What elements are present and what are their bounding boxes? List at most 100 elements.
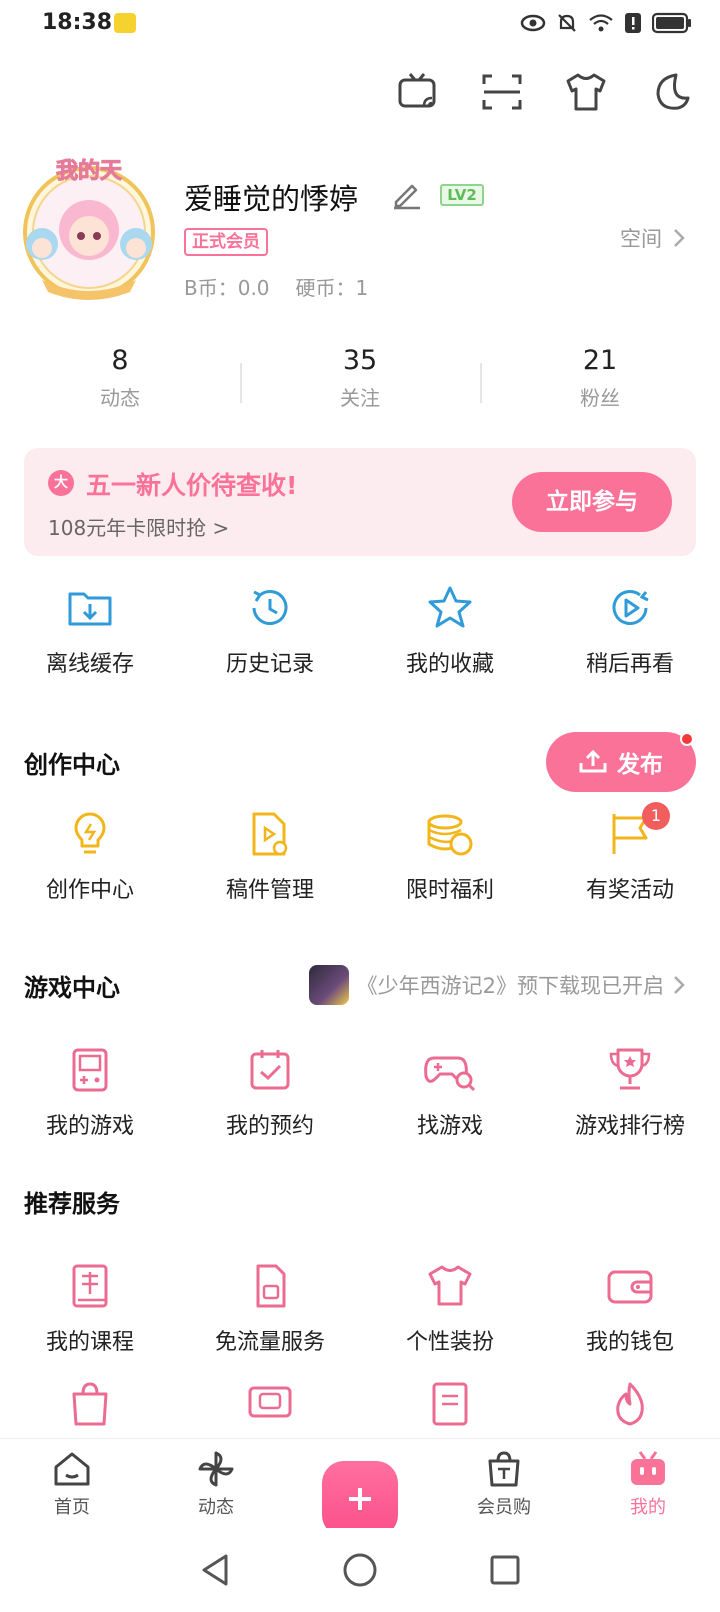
quick-action-label: 我的收藏 (405, 652, 494, 677)
play-later-icon (612, 590, 649, 625)
tv-cast-icon[interactable] (396, 70, 440, 114)
coin-value: 硬币：1 (295, 276, 369, 300)
service-peek-item[interactable] (540, 1380, 720, 1428)
edit-pencil-icon[interactable] (390, 178, 422, 210)
course-book-icon (72, 1264, 108, 1308)
creator-item-label: 有奖活动 (585, 878, 674, 903)
data-free-item[interactable]: 免流量服务 (180, 1262, 360, 1356)
history-item[interactable]: 历史记录 (180, 584, 360, 678)
chevron-right-icon (674, 976, 685, 994)
offline-cache-item[interactable]: 离线缓存 (0, 584, 180, 678)
my-games-item[interactable]: 我的游戏 (0, 1046, 180, 1140)
services-section-title: 推荐服务 (24, 1190, 120, 1218)
publish-button[interactable]: 发布 (546, 732, 696, 792)
creator-item-label: 创作中心 (45, 878, 134, 903)
space-link-label: 空间 (620, 227, 662, 251)
back-icon[interactable] (198, 1552, 232, 1588)
battery-icon (652, 12, 691, 34)
tab-home[interactable]: 首页 (0, 1439, 144, 1528)
recents-square-icon[interactable] (488, 1553, 522, 1587)
service-items-row2 (0, 1380, 720, 1428)
stat-number: 8 (111, 345, 129, 376)
trophy-icon (609, 1048, 651, 1090)
game-promo-text: 《少年西游记2》预下载现已开启 (356, 974, 664, 998)
creator-section-title: 创作中心 (24, 751, 120, 779)
promo-subtitle[interactable]: 108元年卡限时抢 > (48, 512, 229, 541)
service-item-label: 我的钱包 (585, 1330, 674, 1355)
service-peek-item[interactable] (0, 1380, 180, 1428)
watch-later-item[interactable]: 稍后再看 (540, 584, 720, 678)
promo-badge-icon: 大 (48, 470, 74, 496)
tshirt-icon (428, 1265, 472, 1306)
download-folder-icon (68, 592, 112, 626)
creator-center-item[interactable]: 创作中心 (0, 810, 180, 904)
comic-book-icon (432, 1382, 468, 1426)
b-coin-value: B币：0.0 (184, 276, 270, 300)
quick-action-label: 历史记录 (225, 652, 314, 677)
gameboy-icon (72, 1048, 108, 1092)
service-peek-item[interactable] (360, 1380, 540, 1428)
game-item-label: 找游戏 (416, 1114, 483, 1139)
wifi-icon (589, 14, 613, 32)
game-ranking-item[interactable]: 游戏排行榜 (540, 1046, 720, 1140)
stat-fans[interactable]: 21 粉丝 (480, 345, 720, 425)
benefit-item[interactable]: 限时福利 (360, 810, 540, 904)
creator-items: 创作中心 稿件管理 限时福利 1 有奖活动 (0, 802, 720, 904)
screen-icon (248, 1386, 292, 1418)
stats-row: 8 动态 35 关注 21 粉丝 (0, 345, 720, 425)
notification-dot (680, 732, 694, 746)
reservations-item[interactable]: 我的预约 (180, 1046, 360, 1140)
shopping-bag-icon (72, 1382, 108, 1426)
stat-label: 关注 (340, 386, 380, 410)
create-plus-button[interactable] (322, 1461, 398, 1537)
wallet-icon (607, 1270, 653, 1304)
status-time: 18:38 (42, 10, 113, 35)
vip-promo-banner[interactable]: 大 五一新人价待查收! 108元年卡限时抢 > 立即参与 (24, 448, 696, 556)
username[interactable]: 爱睡觉的悸婷 (184, 176, 358, 218)
tab-dynamics[interactable]: 动态 (144, 1439, 288, 1528)
manuscript-item[interactable]: 稿件管理 (180, 810, 360, 904)
mute-bell-icon (558, 14, 576, 32)
stat-dynamics[interactable]: 8 动态 (0, 345, 240, 425)
vip-badge[interactable]: 正式会员 (184, 228, 268, 256)
tab-mine[interactable]: 我的 (576, 1439, 720, 1528)
my-courses-item[interactable]: 我的课程 (0, 1262, 180, 1356)
favorites-item[interactable]: 我的收藏 (360, 584, 540, 678)
space-link[interactable]: 空间 (620, 223, 686, 253)
creator-item-label: 稿件管理 (225, 878, 314, 903)
avatar[interactable]: 我的天 (12, 152, 166, 306)
dress-up-item[interactable]: 个性装扮 (360, 1262, 540, 1356)
calendar-check-icon (250, 1050, 290, 1090)
service-item-label: 个性装扮 (405, 1330, 494, 1355)
stat-number: 21 (582, 345, 618, 376)
system-navigation-bar (0, 1528, 720, 1612)
home-circle-icon[interactable] (342, 1552, 378, 1588)
stat-following[interactable]: 35 关注 (240, 345, 480, 425)
scan-icon[interactable] (480, 70, 524, 114)
lightbulb-icon (74, 812, 106, 854)
alert-icon (625, 13, 641, 33)
game-promo-link[interactable]: 《少年西游记2》预下载现已开启 (308, 965, 686, 1005)
tab-create[interactable] (288, 1439, 432, 1537)
tab-label: 首页 (54, 1497, 90, 1518)
service-peek-item[interactable] (180, 1380, 360, 1428)
shopping-bag-icon (488, 1451, 520, 1487)
wallet-item[interactable]: 我的钱包 (540, 1262, 720, 1356)
creator-item-label: 限时福利 (405, 878, 494, 903)
tshirt-icon[interactable] (564, 70, 608, 114)
activity-badge: 1 (642, 802, 670, 830)
home-icon (54, 1452, 90, 1486)
join-now-button[interactable]: 立即参与 (512, 472, 672, 532)
chevron-right-icon (674, 229, 685, 247)
top-toolbar (396, 70, 692, 114)
history-clock-icon (252, 590, 288, 625)
activity-item[interactable]: 1 有奖活动 (540, 802, 720, 904)
tab-vip-shop[interactable]: 会员购 (432, 1439, 576, 1528)
quick-action-label: 稍后再看 (585, 652, 674, 677)
night-mode-icon[interactable] (648, 70, 692, 114)
star-icon (428, 586, 472, 628)
find-games-item[interactable]: 找游戏 (360, 1046, 540, 1140)
gamepad-search-icon (424, 1056, 476, 1092)
sim-card-icon (256, 1264, 286, 1308)
flame-icon (616, 1382, 644, 1426)
